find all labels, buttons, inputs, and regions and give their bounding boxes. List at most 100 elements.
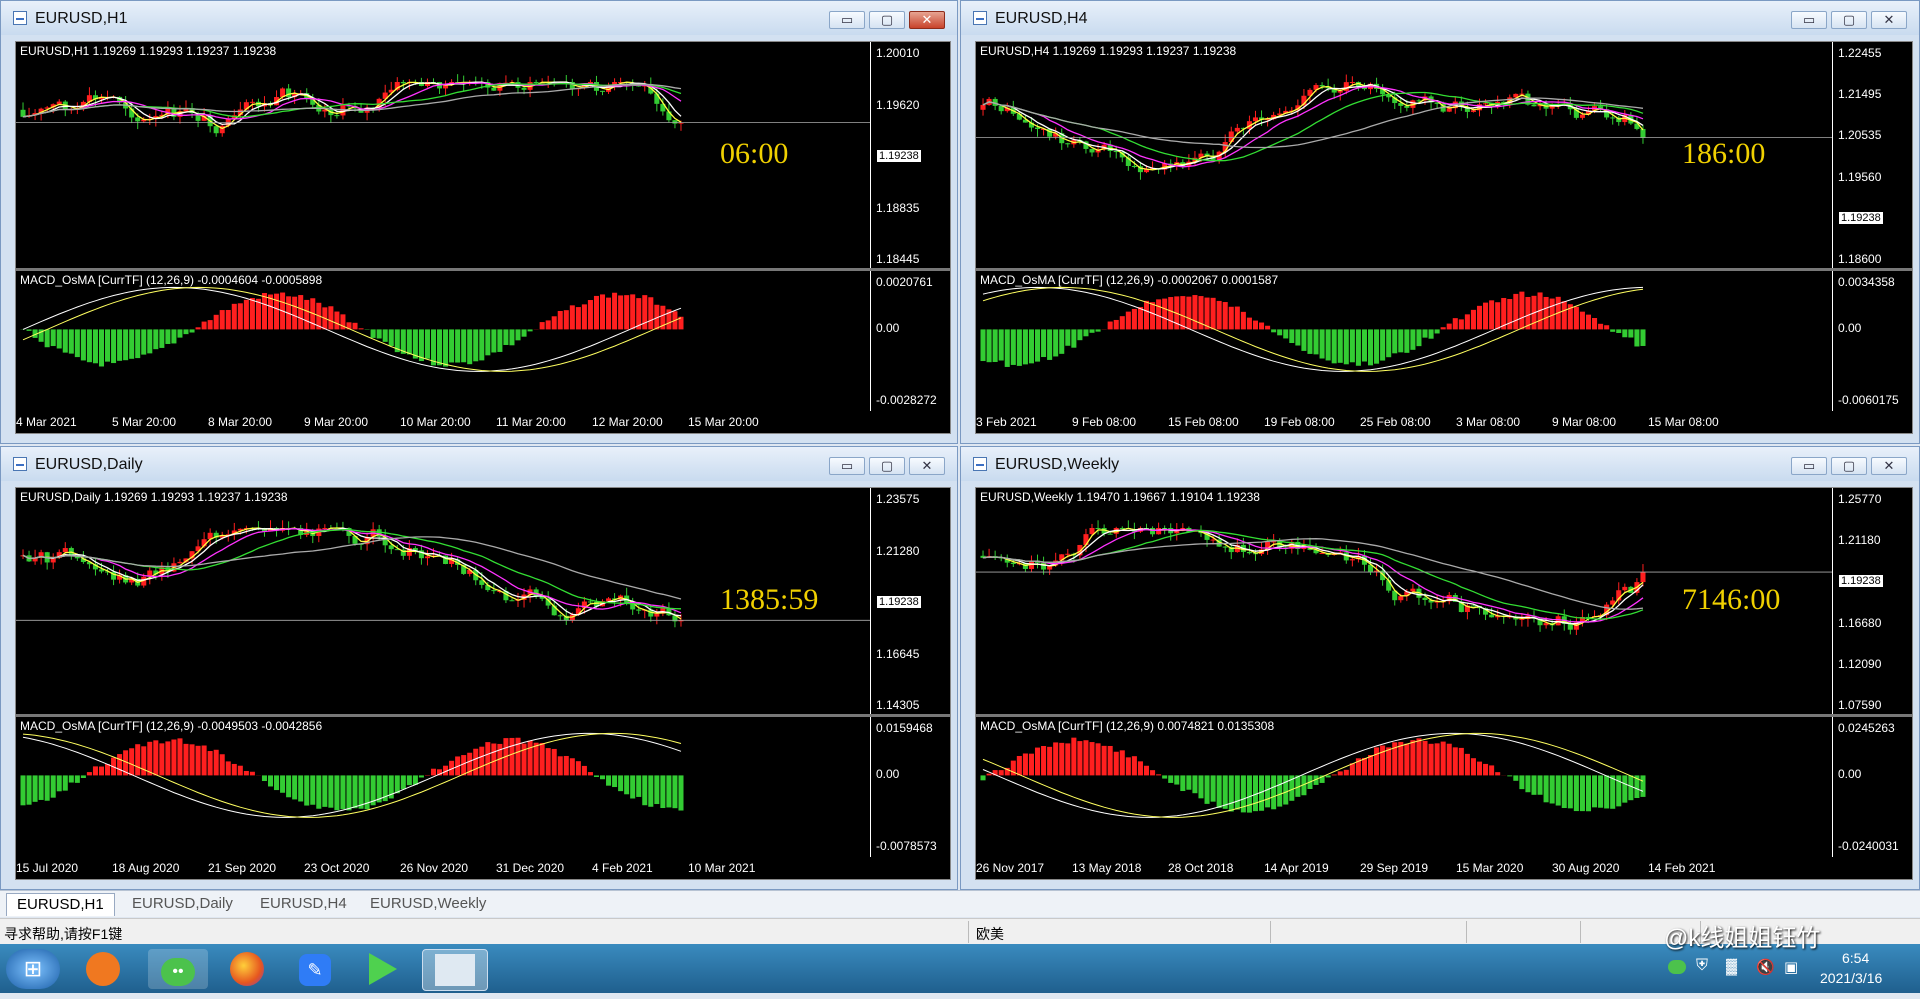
display-tray-icon[interactable]: ▣ bbox=[1784, 958, 1798, 976]
chart-area[interactable]: EURUSD,Weekly 1.19470 1.19667 1.19104 1.… bbox=[975, 487, 1913, 880]
firefox-icon[interactable] bbox=[222, 949, 272, 989]
chart-area[interactable]: EURUSD,Daily 1.19269 1.19293 1.19237 1.1… bbox=[15, 487, 951, 880]
tab-eurusd-h4[interactable]: EURUSD,H4 bbox=[250, 893, 357, 915]
price-pane[interactable]: EURUSD,H4 1.19269 1.19293 1.19237 1.1923… bbox=[976, 42, 1912, 268]
macd-histogram-bar bbox=[33, 775, 38, 801]
moving-average-line bbox=[23, 537, 681, 599]
macd-histogram-bar bbox=[431, 329, 436, 365]
macd-histogram-bar bbox=[522, 744, 527, 776]
macd-histogram-bar bbox=[552, 749, 557, 775]
window-titlebar[interactable]: EURUSD,Weekly ▭ ▢ ✕ bbox=[961, 447, 1919, 481]
macd-histogram-bar bbox=[117, 754, 122, 775]
chart-window-h4[interactable]: EURUSD,H4 ▭ ▢ ✕ EURUSD,H4 1.19269 1.1929… bbox=[960, 0, 1920, 444]
indicator-pane[interactable]: MACD_OsMA [CurrTF] (12,26,9) -0.0002067 … bbox=[976, 271, 1912, 411]
tab-eurusd-h1[interactable]: EURUSD,H1 bbox=[6, 893, 115, 916]
macd-histogram-bar bbox=[479, 747, 484, 776]
moving-average-line bbox=[983, 85, 1643, 169]
close-button[interactable]: ✕ bbox=[1871, 457, 1907, 475]
close-button[interactable]: ✕ bbox=[909, 11, 945, 29]
chart-area[interactable]: EURUSD,H1 1.19269 1.19293 1.19237 1.1923… bbox=[15, 41, 951, 434]
clock-time[interactable]: 6:54 bbox=[1842, 950, 1869, 966]
macd-histogram-bar bbox=[111, 329, 116, 363]
indicator-header: MACD_OsMA [CurrTF] (12,26,9) 0.0074821 0… bbox=[980, 719, 1274, 733]
pen-app-icon[interactable]: ✎ bbox=[290, 949, 340, 989]
candle-body bbox=[1253, 117, 1258, 121]
minimize-button[interactable]: ▭ bbox=[829, 11, 865, 29]
candle-body bbox=[534, 82, 539, 83]
tab-eurusd-weekly[interactable]: EURUSD,Weekly bbox=[360, 893, 496, 915]
price-header: EURUSD,H1 1.19269 1.19293 1.19237 1.1923… bbox=[20, 44, 276, 58]
indicator-pane[interactable]: MACD_OsMA [CurrTF] (12,26,9) -0.0049503 … bbox=[16, 717, 950, 857]
macd-histogram-bar bbox=[75, 329, 80, 357]
volume-tray-icon[interactable]: 🔇 bbox=[1756, 958, 1775, 976]
macd-histogram-bar bbox=[1592, 318, 1597, 329]
time-axis-label: 15 Feb 08:00 bbox=[1168, 415, 1239, 429]
candle-body bbox=[334, 115, 339, 116]
macd-histogram-bar bbox=[1089, 742, 1094, 775]
macd-histogram-bar bbox=[1338, 329, 1343, 362]
close-button[interactable]: ✕ bbox=[909, 457, 945, 475]
price-pane[interactable]: EURUSD,H1 1.19269 1.19293 1.19237 1.1923… bbox=[16, 42, 950, 268]
macd-histogram-bar bbox=[232, 304, 237, 330]
macd-histogram-bar bbox=[250, 298, 255, 329]
macd-histogram-bar bbox=[1283, 775, 1288, 804]
candle-body bbox=[425, 556, 430, 558]
window-titlebar[interactable]: EURUSD,H4 ▭ ▢ ✕ bbox=[961, 1, 1919, 35]
macd-histogram-bar bbox=[491, 329, 496, 352]
time-axis-label: 10 Mar 2021 bbox=[688, 861, 755, 875]
maximize-button[interactable]: ▢ bbox=[1831, 457, 1867, 475]
tab-eurusd-daily[interactable]: EURUSD,Daily bbox=[122, 893, 243, 915]
network-tray-icon[interactable]: ▓ bbox=[1726, 958, 1737, 975]
macd-histogram-bar bbox=[1108, 746, 1113, 775]
macd-histogram-bar bbox=[1568, 775, 1573, 808]
chart-window-daily[interactable]: EURUSD,Daily ▭ ▢ ✕ EURUSD,Daily 1.19269 … bbox=[0, 446, 958, 890]
macd-histogram-bar bbox=[371, 329, 376, 337]
time-axis-label: 14 Apr 2019 bbox=[1264, 861, 1329, 875]
trading-app-icon[interactable] bbox=[422, 949, 488, 991]
wechat-tray-icon[interactable] bbox=[1668, 960, 1686, 974]
macd-histogram-bar bbox=[606, 298, 611, 330]
minimize-button[interactable]: ▭ bbox=[1791, 11, 1827, 29]
macd-histogram-bar bbox=[1507, 775, 1512, 776]
window-titlebar[interactable]: EURUSD,Daily ▭ ▢ ✕ bbox=[1, 447, 957, 481]
macd-histogram-bar bbox=[99, 767, 104, 776]
macd-histogram-bar bbox=[1616, 329, 1621, 333]
indicator-scale-label: 0.0159468 bbox=[876, 721, 933, 735]
price-pane[interactable]: EURUSD,Daily 1.19269 1.19293 1.19237 1.1… bbox=[16, 488, 950, 714]
window-titlebar[interactable]: EURUSD,H1 ▭ ▢ ✕ bbox=[1, 1, 957, 35]
maximize-button[interactable]: ▢ bbox=[869, 11, 905, 29]
macd-histogram-bar bbox=[1217, 301, 1222, 329]
macd-histogram-bar bbox=[123, 329, 128, 360]
macd-histogram-bar bbox=[1525, 775, 1530, 792]
indicator-pane[interactable]: MACD_OsMA [CurrTF] (12,26,9) -0.0004604 … bbox=[16, 271, 950, 411]
macd-histogram-bar bbox=[1205, 298, 1210, 330]
maximize-button[interactable]: ▢ bbox=[1831, 11, 1867, 29]
macd-histogram-bar bbox=[642, 775, 647, 805]
shield-tray-icon[interactable]: ⛨ bbox=[1696, 957, 1708, 975]
price-scale-label: 1.25770 bbox=[1838, 492, 1881, 506]
chart-area[interactable]: EURUSD,H4 1.19269 1.19293 1.19237 1.1923… bbox=[975, 41, 1913, 434]
macd-histogram-bar bbox=[1041, 746, 1046, 775]
minimize-button[interactable]: ▭ bbox=[829, 457, 865, 475]
macd-histogram-bar bbox=[1229, 775, 1234, 811]
video-player-icon[interactable] bbox=[358, 949, 408, 989]
macd-histogram-bar bbox=[1138, 307, 1143, 329]
wechat-icon[interactable]: •• bbox=[148, 949, 208, 989]
candle-body bbox=[1471, 606, 1476, 607]
clock-date[interactable]: 2021/3/16 bbox=[1820, 970, 1882, 986]
start-orb-icon[interactable]: ⊞ bbox=[6, 949, 60, 989]
minimize-button[interactable]: ▭ bbox=[1791, 457, 1827, 475]
macd-histogram-bar bbox=[1471, 758, 1476, 775]
macd-histogram-bar bbox=[75, 775, 80, 782]
chart-window-weekly[interactable]: EURUSD,Weekly ▭ ▢ ✕ EURUSD,Weekly 1.1947… bbox=[960, 446, 1920, 890]
price-pane[interactable]: EURUSD,Weekly 1.19470 1.19667 1.19104 1.… bbox=[976, 488, 1912, 714]
macd-histogram-bar bbox=[220, 310, 225, 329]
close-button[interactable]: ✕ bbox=[1871, 11, 1907, 29]
indicator-pane[interactable]: MACD_OsMA [CurrTF] (12,26,9) 0.0074821 0… bbox=[976, 717, 1912, 857]
maximize-button[interactable]: ▢ bbox=[869, 457, 905, 475]
app-orange-icon[interactable] bbox=[78, 949, 128, 989]
moving-average-line bbox=[23, 529, 681, 613]
time-axis-label: 15 Mar 08:00 bbox=[1648, 415, 1719, 429]
chart-window-h1[interactable]: EURUSD,H1 ▭ ▢ ✕ EURUSD,H1 1.19269 1.1929… bbox=[0, 0, 958, 444]
macd-histogram-bar bbox=[1168, 775, 1173, 783]
